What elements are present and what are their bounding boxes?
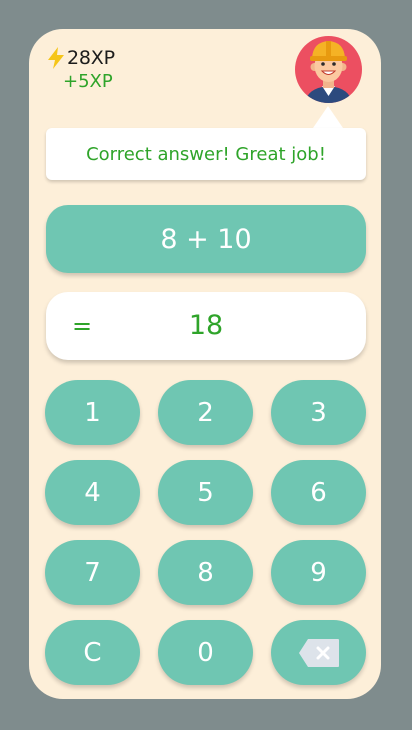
avatar xyxy=(295,36,362,103)
screen: 28XP +5XP Correct answer! Great job! 8 +… xyxy=(0,0,412,730)
keypad: 1 2 3 4 5 6 7 8 9 C 0 xyxy=(45,380,366,685)
xp-counter: 28XP xyxy=(47,47,115,69)
key-1[interactable]: 1 xyxy=(45,380,140,445)
key-5[interactable]: 5 xyxy=(158,460,253,525)
xp-total: 28XP xyxy=(67,47,115,69)
key-3[interactable]: 3 xyxy=(271,380,366,445)
backspace-icon xyxy=(298,638,339,667)
lightning-bolt-icon xyxy=(48,47,64,69)
game-card: 28XP +5XP Correct answer! Great job! 8 +… xyxy=(29,29,381,699)
clear-button[interactable]: C xyxy=(45,620,140,685)
key-7[interactable]: 7 xyxy=(45,540,140,605)
key-8[interactable]: 8 xyxy=(158,540,253,605)
key-0[interactable]: 0 xyxy=(158,620,253,685)
question-display: 8 + 10 xyxy=(46,205,366,273)
answer-field: = 18 xyxy=(46,292,366,360)
key-4[interactable]: 4 xyxy=(45,460,140,525)
key-6[interactable]: 6 xyxy=(271,460,366,525)
feedback-message: Correct answer! Great job! xyxy=(46,128,366,180)
speech-bubble-tail xyxy=(313,106,343,128)
answer-value: 18 xyxy=(188,310,224,341)
key-9[interactable]: 9 xyxy=(271,540,366,605)
worker-avatar-icon xyxy=(305,41,352,103)
backspace-button[interactable] xyxy=(271,620,366,685)
key-2[interactable]: 2 xyxy=(158,380,253,445)
xp-gain: +5XP xyxy=(63,71,113,92)
